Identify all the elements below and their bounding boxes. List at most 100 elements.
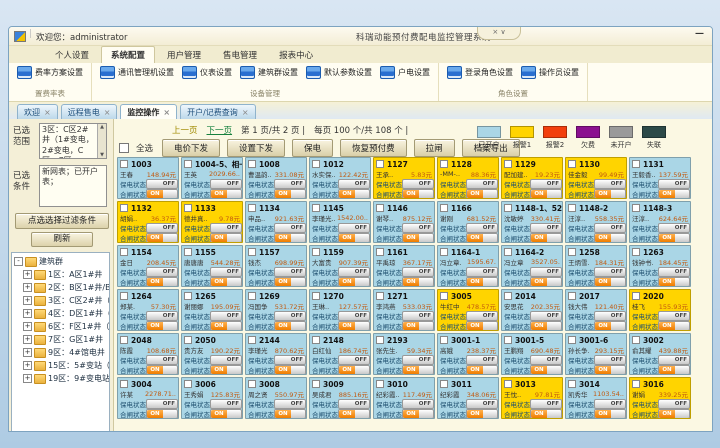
switch-toggle[interactable]: ON (594, 409, 626, 419)
card-checkbox[interactable] (568, 380, 576, 388)
ribbon-collapse-control[interactable]: × ∨ (477, 27, 521, 40)
supply-toggle[interactable]: OFF (338, 179, 370, 189)
scroll-up-icon[interactable]: ▲ (100, 124, 104, 131)
meter-card[interactable]: 2020桂飞155.93元保电状态OFF合闸状态ON (629, 289, 691, 331)
menu-tab[interactable]: 用户管理 (157, 46, 211, 63)
card-checkbox[interactable] (248, 292, 256, 300)
supply-toggle[interactable]: OFF (530, 311, 562, 321)
card-checkbox[interactable] (568, 292, 576, 300)
supply-toggle[interactable]: OFF (338, 399, 370, 409)
supply-toggle[interactable]: OFF (466, 311, 498, 321)
meter-card[interactable]: 1134申品..921.63元保电状态OFF合闸状态ON (245, 201, 307, 243)
tree-item[interactable]: +19区：9#变电站（2#… (23, 372, 109, 385)
supply-toggle[interactable]: OFF (274, 311, 306, 321)
switch-toggle[interactable]: ON (210, 365, 242, 375)
card-checkbox[interactable] (376, 380, 384, 388)
ribbon-button[interactable]: 建筑群设置 (240, 66, 298, 79)
switch-toggle[interactable]: ON (146, 233, 178, 243)
expand-box-icon[interactable]: + (23, 348, 32, 357)
card-checkbox[interactable] (632, 248, 640, 256)
meter-card[interactable]: 1155唐唐唐544.28元保电状态OFF合闸状态ON (181, 245, 243, 287)
card-checkbox[interactable] (632, 380, 640, 388)
card-checkbox[interactable] (504, 204, 512, 212)
supply-toggle[interactable]: OFF (210, 267, 242, 277)
meter-card[interactable]: 2193张先生.59.34元保电状态OFF合闸状态ON (373, 333, 435, 375)
meter-card[interactable]: 1004-5、相一王英2029.66..保电状态OFF合闸状态ON (181, 157, 243, 199)
supply-toggle[interactable]: OFF (274, 223, 306, 233)
switch-toggle[interactable]: ON (210, 277, 242, 287)
supply-toggle[interactable]: OFF (530, 267, 562, 277)
menu-tab[interactable]: 系统配置 (101, 46, 155, 63)
card-checkbox[interactable] (440, 380, 448, 388)
card-checkbox[interactable] (312, 160, 320, 168)
switch-toggle[interactable]: ON (402, 233, 434, 243)
supply-toggle[interactable]: OFF (210, 179, 242, 189)
switch-toggle[interactable]: ON (338, 233, 370, 243)
meter-card[interactable]: 1270王琳..127.57元保电状态OFF合闸状态ON (309, 289, 371, 331)
switch-toggle[interactable]: ON (210, 189, 242, 199)
switch-toggle[interactable]: ON (146, 321, 178, 331)
meter-card[interactable]: 1164-2冯立章3527.05.保电状态OFF合闸状态ON (501, 245, 563, 287)
meter-card[interactable]: 3008周之贤550.97元保电状态OFF合闸状态ON (245, 377, 307, 419)
ribbon-button[interactable]: 默认参数设置 (306, 66, 372, 79)
tree-item[interactable]: +15区：5#变站（3#变… (23, 359, 109, 372)
switch-toggle[interactable]: ON (594, 277, 626, 287)
supply-toggle[interactable]: OFF (210, 223, 242, 233)
meter-card[interactable]: 3006王秀娟125.83元保电状态OFF合闸状态ON (181, 377, 243, 419)
document-tab[interactable]: 开户/记费查询× (180, 104, 255, 119)
meter-card[interactable]: 2014安思花202.35元保电状态OFF合闸状态ON (501, 289, 563, 331)
ribbon-button[interactable]: 登录角色设置 (447, 66, 513, 79)
card-checkbox[interactable] (184, 160, 192, 168)
supply-toggle[interactable]: OFF (466, 223, 498, 233)
card-checkbox[interactable] (632, 160, 640, 168)
meter-card[interactable]: 1145李瑾光..1542.00..保电状态OFF合闸状态ON (309, 201, 371, 243)
switch-toggle[interactable]: ON (530, 233, 562, 243)
supply-toggle[interactable]: OFF (210, 355, 242, 365)
switch-toggle[interactable]: ON (466, 365, 498, 375)
select-all-checkbox[interactable] (119, 143, 129, 153)
meter-card[interactable]: 1264郑某.57.30元保电状态OFF合闸状态ON (117, 289, 179, 331)
meter-card[interactable]: 3001-5王鹏翔690.48元保电状态OFF合闸状态ON (501, 333, 563, 375)
meter-card[interactable]: 1258王炳雪.184.31元保电状态OFF合闸状态ON (565, 245, 627, 287)
expand-box-icon[interactable]: + (23, 361, 32, 370)
switch-toggle[interactable]: ON (210, 321, 242, 331)
supply-toggle[interactable]: OFF (338, 311, 370, 321)
meter-card[interactable]: 1263钱钟书.184.45元保电状态OFF合闸状态ON (629, 245, 691, 287)
supply-toggle[interactable]: OFF (210, 399, 242, 409)
meter-card[interactable]: 1130佳金毅99.49元保电状态OFF合闸状态ON (565, 157, 627, 199)
menu-tab[interactable]: 报表中心 (269, 46, 323, 63)
meter-card[interactable]: 3014凯秀华1103.54..保电状态OFF合闸状态ON (565, 377, 627, 419)
tree-item[interactable]: +1区：A区1#井 (23, 268, 109, 281)
supply-toggle[interactable]: OFF (146, 355, 178, 365)
switch-toggle[interactable]: ON (530, 365, 562, 375)
supply-toggle[interactable]: OFF (402, 355, 434, 365)
meter-card[interactable]: 1012水实保..122.42元保电状态OFF合闸状态ON (309, 157, 371, 199)
switch-toggle[interactable]: ON (274, 233, 306, 243)
ribbon-button[interactable]: 通讯管理机设置 (100, 66, 174, 79)
meter-card[interactable]: 1129配加建..19.23元保电状态OFF合闸状态ON (501, 157, 563, 199)
supply-toggle[interactable]: OFF (146, 399, 178, 409)
card-checkbox[interactable] (120, 160, 128, 168)
toolbar-button[interactable]: 恢复预付费 (340, 139, 407, 157)
card-checkbox[interactable] (376, 292, 384, 300)
meter-card[interactable]: 1148-1、522沈敏婷330.41元保电状态OFF合闸状态ON (501, 201, 563, 243)
card-checkbox[interactable] (440, 204, 448, 212)
card-checkbox[interactable] (248, 160, 256, 168)
supply-toggle[interactable]: OFF (274, 179, 306, 189)
card-checkbox[interactable] (440, 248, 448, 256)
meter-card[interactable]: 1003王春148.94元保电状态OFF合闸状态ON (117, 157, 179, 199)
card-checkbox[interactable] (248, 204, 256, 212)
meter-card[interactable]: 1146谢琴..875.12元保电状态OFF合闸状态ON (373, 201, 435, 243)
switch-toggle[interactable]: ON (658, 277, 690, 287)
toolbar-button[interactable]: 拉闸 (414, 139, 455, 157)
selected-range-box[interactable]: 3区：C区2#井（1#变电，2#变电，C区、C区… ▲ ▼ (39, 123, 107, 159)
switch-toggle[interactable]: ON (274, 365, 306, 375)
switch-toggle[interactable]: ON (530, 321, 562, 331)
switch-toggle[interactable]: ON (530, 277, 562, 287)
card-checkbox[interactable] (504, 336, 512, 344)
supply-toggle[interactable]: OFF (530, 399, 562, 409)
switch-toggle[interactable]: ON (658, 409, 690, 419)
supply-toggle[interactable]: OFF (146, 179, 178, 189)
tree-item[interactable]: +3区：C区2#井（1#变… (23, 294, 109, 307)
switch-toggle[interactable]: ON (146, 277, 178, 287)
